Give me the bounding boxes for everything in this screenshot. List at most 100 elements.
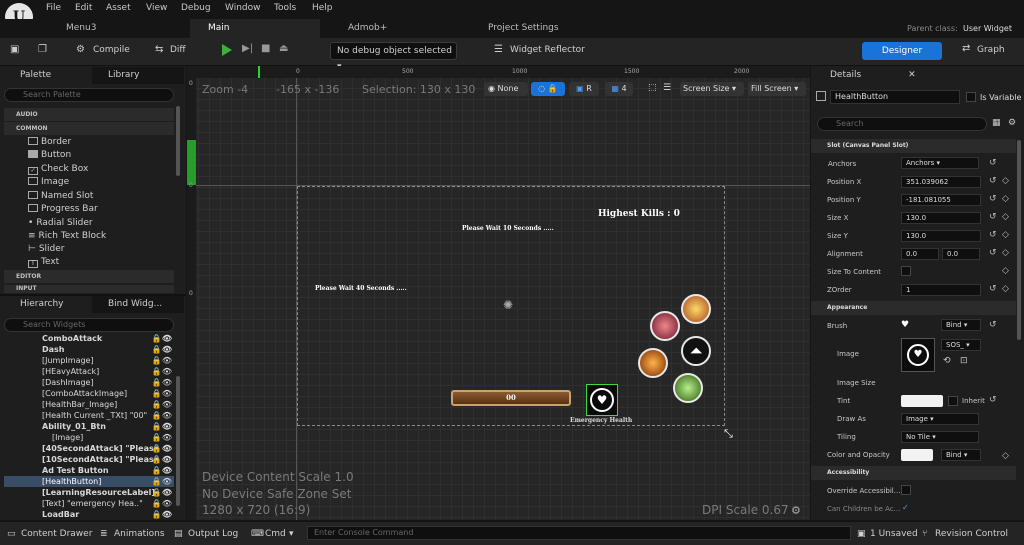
reset-icon[interactable]: ↺	[989, 320, 997, 330]
tab-admob[interactable]: Admob+	[330, 19, 460, 38]
hierarchy-row[interactable]: Ad Test Button 🔒👁	[4, 465, 174, 476]
hierarchy-row[interactable]: [Health Current _TXt] "00" 🔒👁	[4, 410, 174, 421]
is-variable-checkbox[interactable]	[966, 92, 976, 102]
eye-icon[interactable]: 🔒👁	[152, 388, 172, 399]
content-drawer-icon[interactable]: ▭	[7, 529, 16, 539]
palette-item-named-slot[interactable]: Named Slot	[28, 191, 93, 201]
palette-item-slider[interactable]: ⊢ Slider	[28, 244, 65, 254]
eye-icon[interactable]: 🔒👁	[152, 454, 172, 465]
lock-toggle[interactable]: ◌ 🔒	[531, 82, 565, 96]
palette-search-input[interactable]: Search Palette	[4, 88, 174, 102]
hierarchy-row[interactable]: LoadBar 🔒👁	[4, 509, 174, 520]
category-input[interactable]: INPUT	[4, 285, 174, 293]
palette-item-border[interactable]: Border	[28, 137, 71, 147]
console-input[interactable]: Enter Console Command	[307, 526, 851, 540]
eye-icon[interactable]: 🔒👁	[152, 355, 172, 366]
menu-view[interactable]: View	[146, 3, 167, 13]
palette-item-rich-text[interactable]: ≡ Rich Text Block	[28, 231, 106, 241]
settings-icon[interactable]: ⚙	[1008, 118, 1016, 128]
palette-item-radial-slider[interactable]: • Radial Slider	[28, 218, 93, 228]
hamburger-icon[interactable]: ☰	[663, 83, 671, 93]
override-accessible-checkbox[interactable]	[901, 485, 911, 495]
reset-icon[interactable]: ↺	[989, 248, 997, 258]
category-audio[interactable]: AUDIO	[4, 108, 174, 121]
bind-widgets-tab[interactable]: Bind Widg...	[92, 296, 184, 313]
eye-icon[interactable]: 🔒👁	[152, 476, 172, 487]
keyframe-icon[interactable]: ◇	[1002, 230, 1009, 240]
palette-item-text[interactable]: T Text	[28, 257, 59, 268]
category-editor[interactable]: EDITOR	[4, 270, 174, 283]
resize-handle-icon[interactable]: ⤡	[724, 427, 733, 441]
size-y-input[interactable]: 130.0	[901, 230, 981, 242]
fill-screen-dropdown[interactable]: Fill Screen ▾	[748, 82, 806, 96]
menu-edit[interactable]: Edit	[75, 3, 92, 13]
content-drawer-button[interactable]: Content Drawer	[21, 529, 92, 539]
menu-tools[interactable]: Tools	[274, 3, 296, 13]
output-log-icon[interactable]: ▤	[174, 529, 183, 539]
step-icon[interactable]: ▶|	[242, 43, 253, 54]
save-icon[interactable]: ▣	[10, 44, 19, 55]
hierarchy-row[interactable]: [Text] "emergency Hea.." 🔒👁	[4, 498, 174, 509]
debug-object-dropdown[interactable]: No debug object selected ▾	[330, 42, 457, 72]
hierarchy-row-selected[interactable]: [HealthButton] 🔒👁	[4, 476, 174, 487]
palette-item-progress-bar[interactable]: Progress Bar	[28, 204, 98, 214]
use-asset-icon[interactable]: ⟲	[943, 356, 951, 366]
tab-project-settings[interactable]: Project Settings	[470, 19, 600, 38]
eye-icon[interactable]: 🔒👁	[152, 421, 172, 432]
image-asset-dropdown[interactable]: SOS_ ▾	[941, 339, 981, 351]
menu-debug[interactable]: Debug	[181, 3, 211, 13]
position-x-input[interactable]: 351.039062	[901, 176, 981, 188]
position-y-input[interactable]: -181.081055	[901, 194, 981, 206]
size-x-input[interactable]: 130.0	[901, 212, 981, 224]
hierarchy-row[interactable]: ComboAttack 🔒👁	[4, 333, 174, 344]
diff-button[interactable]: Diff	[170, 45, 186, 55]
palette-item-checkbox[interactable]: ✓ Check Box	[28, 164, 88, 175]
none-toggle[interactable]: ◉ None	[484, 82, 528, 96]
graph-icon[interactable]: ⇄	[962, 43, 970, 54]
hierarchy-row[interactable]: Ability_01_Btn 🔒👁	[4, 421, 174, 432]
cmd-icon[interactable]: ⌨	[251, 529, 264, 539]
hierarchy-row[interactable]: [40SecondAttack] "Please 🔒👁	[4, 443, 174, 454]
parent-class-value[interactable]: User Widget	[963, 24, 1012, 33]
image-thumbnail[interactable]: ♥	[901, 338, 935, 372]
keyframe-icon[interactable]: ◇	[1002, 266, 1009, 276]
alignment-x-input[interactable]: 0.0	[901, 248, 939, 260]
hierarchy-row[interactable]: Dash 🔒👁	[4, 344, 174, 355]
color-opacity-swatch[interactable]	[901, 449, 933, 461]
appearance-section-header[interactable]: Appearance	[811, 301, 1016, 315]
alignment-y-input[interactable]: 0.0	[942, 248, 980, 260]
reset-icon[interactable]: ↺	[989, 194, 997, 204]
zorder-input[interactable]: 1	[901, 284, 981, 296]
eject-icon[interactable]: ⏏	[279, 43, 288, 54]
keyframe-icon[interactable]: ◇	[1002, 176, 1009, 186]
combo-attack-icon[interactable]	[638, 348, 668, 378]
cmd-chevron-down-icon[interactable]: ▾	[289, 529, 294, 539]
table-view-icon[interactable]: ▦	[992, 118, 1001, 128]
designer-button[interactable]: Designer	[862, 42, 942, 60]
reset-icon[interactable]: ↺	[989, 395, 997, 405]
screen-size-dropdown[interactable]: Screen Size ▾	[680, 82, 744, 96]
hierarchy-row[interactable]: [HealthBar_Image] 🔒👁	[4, 399, 174, 410]
details-search-input[interactable]: Search	[817, 117, 987, 131]
hierarchy-row[interactable]: [Image] 🔒👁	[4, 432, 174, 443]
palette-item-button[interactable]: Button	[28, 150, 71, 160]
eye-icon[interactable]: 🔒👁	[152, 443, 172, 454]
snap-toggle[interactable]: ▣ R	[569, 82, 599, 96]
health-button[interactable]: ♥	[586, 384, 618, 416]
dpi-settings-icon[interactable]: ⚙	[791, 504, 801, 517]
revision-control-button[interactable]: Revision Control	[935, 529, 1008, 539]
draw-as-dropdown[interactable]: Image ▾	[901, 413, 979, 425]
tiling-dropdown[interactable]: No Tile ▾	[901, 431, 979, 443]
browse-asset-icon[interactable]: ⊡	[960, 356, 968, 366]
hierarchy-row[interactable]: [ComboAttackImage] 🔒👁	[4, 388, 174, 399]
keyframe-icon[interactable]: ◇	[1002, 212, 1009, 222]
widget-name-input[interactable]: HealthButton	[830, 90, 960, 104]
heavy-attack-icon[interactable]	[681, 294, 711, 324]
reset-icon[interactable]: ↺	[989, 284, 997, 294]
menu-help[interactable]: Help	[312, 3, 333, 13]
eye-icon[interactable]: 🔒👁	[152, 399, 172, 410]
reflector-icon[interactable]: ☰	[494, 44, 503, 55]
output-log-button[interactable]: Output Log	[188, 529, 238, 539]
reset-icon[interactable]: ↺	[989, 230, 997, 240]
eye-icon[interactable]: 🔒👁	[152, 465, 172, 476]
